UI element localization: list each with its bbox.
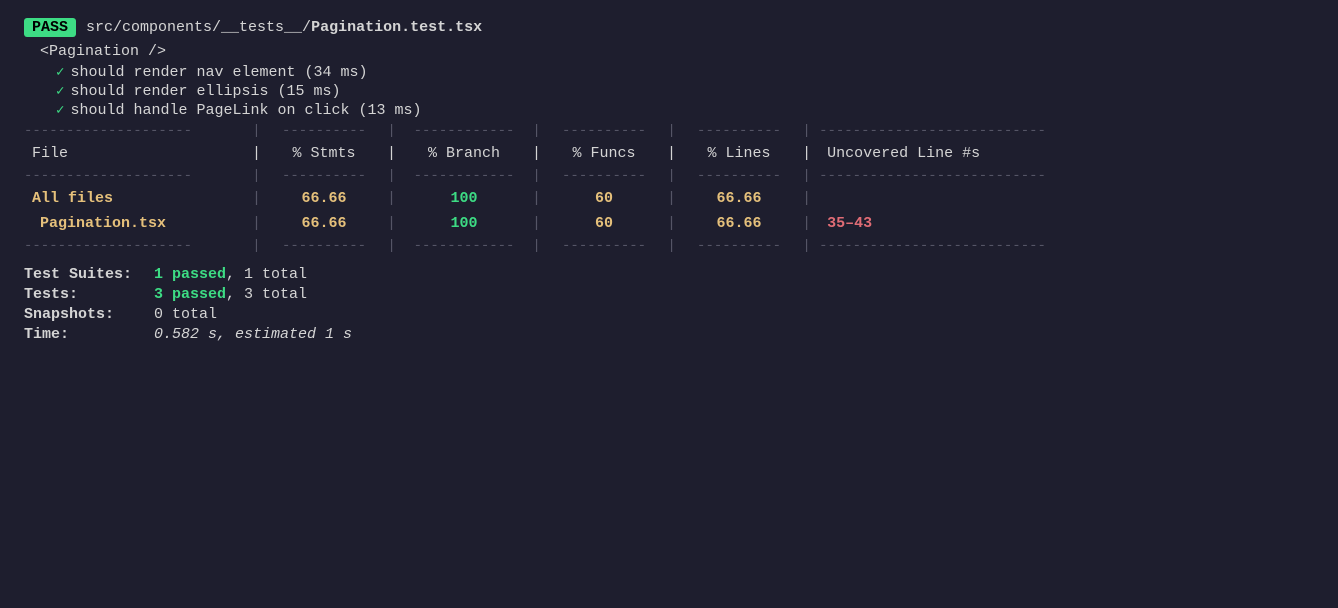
summary-time: Time: 0.582 s, estimated 1 s — [24, 326, 1314, 343]
tests-green: 3 passed — [154, 286, 226, 303]
col-header-funcs: % Funcs — [549, 141, 659, 166]
allfiles-branch: 100 — [404, 186, 524, 211]
allfiles-file: All files — [24, 186, 244, 211]
suites-value: 1 passed, 1 total — [154, 266, 307, 283]
pagination-funcs: 60 — [549, 211, 659, 236]
time-label: Time: — [24, 326, 154, 343]
file-path: src/components/__tests__/Pagination.test… — [86, 19, 482, 36]
allfiles-uncovered — [819, 186, 1314, 211]
coverage-header: File | % Stmts | % Branch | % Funcs | % … — [24, 141, 1314, 166]
suite-name: <Pagination /> — [24, 43, 1314, 60]
allfiles-funcs: 60 — [549, 186, 659, 211]
col-header-file: File — [24, 141, 244, 166]
summary-suites: Test Suites: 1 passed, 1 total — [24, 266, 1314, 283]
test-label-1: should render nav element (34 ms) — [70, 64, 367, 81]
checkmark-icon-2: ✓ — [56, 83, 64, 100]
terminal-output: PASS src/components/__tests__/Pagination… — [24, 18, 1314, 343]
coverage-row-allfiles: All files | 66.66 | 100 | 60 | 66.66 | — [24, 186, 1314, 211]
file-path-bold: Pagination.test.tsx — [311, 19, 482, 36]
pagination-branch: 100 — [404, 211, 524, 236]
allfiles-lines: 66.66 — [684, 186, 794, 211]
suites-green: 1 passed — [154, 266, 226, 283]
pagination-lines: 66.66 — [684, 211, 794, 236]
allfiles-stmts: 66.66 — [269, 186, 379, 211]
pagination-uncovered: 35–43 — [819, 211, 1314, 236]
tests-value: 3 passed, 3 total — [154, 286, 307, 303]
col-header-branch: % Branch — [404, 141, 524, 166]
coverage-row-pagination: Pagination.tsx | 66.66 | 100 | 60 | 66.6… — [24, 211, 1314, 236]
coverage-table: -------------------- | ---------- | ----… — [24, 121, 1314, 256]
summary-tests: Tests: 3 passed, 3 total — [24, 286, 1314, 303]
summary-snapshots: Snapshots: 0 total — [24, 306, 1314, 323]
tests-rest: , 3 total — [226, 286, 307, 303]
pagination-stmts: 66.66 — [269, 211, 379, 236]
summary-section: Test Suites: 1 passed, 1 total Tests: 3 … — [24, 266, 1314, 343]
col-header-lines: % Lines — [684, 141, 794, 166]
pass-line: PASS src/components/__tests__/Pagination… — [24, 18, 1314, 37]
col-header-uncovered: Uncovered Line #s — [819, 141, 1314, 166]
divider-top: -------------------- | ---------- | ----… — [24, 121, 1314, 141]
col-header-stmts: % Stmts — [269, 141, 379, 166]
test-label-3: should handle PageLink on click (13 ms) — [70, 102, 421, 119]
test-item-2: ✓ should render ellipsis (15 ms) — [24, 83, 1314, 100]
time-value: 0.582 s, estimated 1 s — [154, 326, 352, 343]
suites-rest: , 1 total — [226, 266, 307, 283]
pass-badge: PASS — [24, 18, 76, 37]
tests-label: Tests: — [24, 286, 154, 303]
checkmark-icon-3: ✓ — [56, 102, 64, 119]
test-item-1: ✓ should render nav element (34 ms) — [24, 64, 1314, 81]
checkmark-icon-1: ✓ — [56, 64, 64, 81]
suites-label: Test Suites: — [24, 266, 154, 283]
snapshots-value: 0 total — [154, 306, 217, 323]
file-path-prefix: src/components/__tests__/ — [86, 19, 311, 36]
divider-mid: -------------------- | ---------- | ----… — [24, 166, 1314, 186]
divider-bottom: -------------------- | ---------- | ----… — [24, 236, 1314, 256]
snapshots-label: Snapshots: — [24, 306, 154, 323]
pagination-file: Pagination.tsx — [24, 211, 244, 236]
test-item-3: ✓ should handle PageLink on click (13 ms… — [24, 102, 1314, 119]
test-label-2: should render ellipsis (15 ms) — [70, 83, 340, 100]
